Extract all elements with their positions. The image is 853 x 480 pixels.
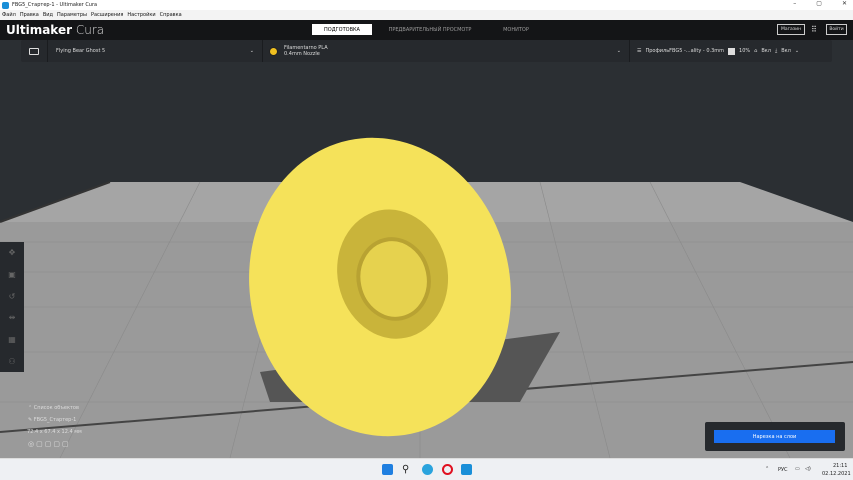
adhesion-icon: ⤓ bbox=[775, 48, 778, 54]
slice-panel: Нарезка на слои bbox=[705, 422, 845, 451]
clock-date[interactable]: 02.12.2021 bbox=[822, 471, 851, 477]
title-bar: FBG5_Стартер-1 - Ultimaker Cura – ▢ ✕ bbox=[0, 0, 853, 10]
object-name[interactable]: ✎ FBG5_Стартер-1 bbox=[28, 417, 82, 423]
opera-icon[interactable] bbox=[442, 464, 453, 475]
window-title: FBG5_Стартер-1 - Ultimaker Cura bbox=[12, 2, 98, 8]
menu-bar: Файл Правка Вид Параметры Расширения Нас… bbox=[0, 10, 853, 20]
chevron-down-icon: ⌄ bbox=[249, 48, 254, 54]
tray-chevron-icon[interactable]: ⌃ bbox=[765, 466, 769, 472]
extruder-icon bbox=[269, 46, 278, 56]
marketplace-button[interactable]: Магазин bbox=[777, 24, 805, 35]
telegram-icon[interactable] bbox=[422, 464, 433, 475]
support-icon: ⌂ bbox=[754, 48, 758, 54]
per-model-settings-icon[interactable]: ▦ bbox=[8, 335, 16, 344]
infill-value: 10% bbox=[739, 48, 751, 54]
clock-time[interactable]: 21:11 bbox=[833, 463, 847, 469]
build-plate-scene bbox=[0, 137, 853, 458]
menu-extensions[interactable]: Расширения bbox=[91, 12, 123, 18]
scale-tool-icon[interactable]: ▣ bbox=[8, 270, 16, 279]
tab-monitor[interactable]: МОНИТОР bbox=[492, 24, 540, 35]
view-orientation-buttons[interactable]: ◎▢▢▢▢ bbox=[28, 440, 82, 448]
move-tool-icon[interactable]: ✥ bbox=[9, 248, 16, 257]
profile-name: ПрофильFBG5 -...ality - 0.3mm bbox=[645, 48, 725, 54]
open-file-button[interactable] bbox=[21, 40, 48, 62]
support-blocker-icon[interactable]: ⚇ bbox=[8, 357, 15, 366]
menu-file[interactable]: Файл bbox=[2, 12, 16, 18]
tab-preview[interactable]: ПРЕДВАРИТЕЛЬНЫЙ ПРОСМОТР bbox=[380, 24, 480, 35]
adhesion-value: Вкл bbox=[781, 48, 791, 54]
infill-icon bbox=[728, 47, 736, 55]
maximize-button[interactable]: ▢ bbox=[816, 0, 822, 7]
minimize-button[interactable]: – bbox=[793, 0, 796, 7]
object-dimensions: 72.4 x 67.4 x 12.4 мм bbox=[27, 429, 82, 435]
start-icon[interactable] bbox=[382, 464, 393, 475]
volume-icon[interactable]: ◁) bbox=[805, 466, 811, 472]
tab-prepare[interactable]: ПОДГОТОВКА bbox=[312, 24, 372, 35]
cura-taskbar-icon[interactable] bbox=[461, 464, 472, 475]
printer-selector[interactable]: Flying Bear Ghost 5 ⌄ bbox=[48, 40, 263, 62]
language-indicator[interactable]: РУС bbox=[778, 467, 788, 473]
network-icon[interactable]: ▭ bbox=[795, 466, 800, 472]
tool-panel: ✥ ▣ ↺ ⇹ ▦ ⚇ bbox=[0, 242, 24, 372]
settings-sliders-icon: ☰ bbox=[637, 48, 642, 54]
brand-logo: Ultimaker Cura bbox=[6, 23, 105, 37]
signin-button[interactable]: Войти bbox=[826, 24, 847, 35]
menu-help[interactable]: Справка bbox=[160, 12, 182, 18]
close-button[interactable]: ✕ bbox=[842, 0, 847, 7]
app-header: Ultimaker Cura ПОДГОТОВКА ПРЕДВАРИТЕЛЬНЫ… bbox=[0, 20, 853, 40]
object-list: ⌃ Список объектов ✎ FBG5_Стартер-1 72.4 … bbox=[27, 405, 82, 448]
menu-preferences[interactable]: Настройки bbox=[127, 12, 155, 18]
3d-viewport[interactable]: ✥ ▣ ↺ ⇹ ▦ ⚇ bbox=[0, 62, 853, 458]
rotate-tool-icon[interactable]: ↺ bbox=[9, 292, 16, 301]
material-selector[interactable]: Filamentarno PLA 0.4mm Nozzle ⌄ bbox=[263, 40, 630, 62]
cura-logo-icon bbox=[2, 1, 9, 9]
slice-button[interactable]: Нарезка на слои bbox=[714, 430, 835, 443]
printer-name: Flying Bear Ghost 5 bbox=[56, 48, 106, 54]
folder-icon bbox=[29, 47, 39, 55]
menu-view[interactable]: Вид bbox=[43, 12, 53, 18]
mirror-tool-icon[interactable]: ⇹ bbox=[9, 313, 16, 322]
menu-edit[interactable]: Правка bbox=[20, 12, 39, 18]
support-value: Вкл bbox=[761, 48, 771, 54]
chevron-down-icon: ⌄ bbox=[794, 48, 800, 54]
menu-settings[interactable]: Параметры bbox=[57, 12, 87, 18]
nozzle-name: 0.4mm Nozzle bbox=[284, 51, 320, 57]
search-icon[interactable]: ⚲ bbox=[402, 464, 413, 475]
chevron-down-icon: ⌄ bbox=[616, 48, 621, 54]
print-settings-selector[interactable]: ☰ ПрофильFBG5 -...ality - 0.3mm 10% ⌂ Вк… bbox=[631, 40, 832, 62]
taskbar: ⚲ ⌃ РУС ▭ ◁) 21:11 02.12.2021 bbox=[0, 458, 853, 480]
object-list-toggle[interactable]: ⌃ Список объектов bbox=[28, 405, 82, 411]
apps-grid-icon[interactable]: ⠿ bbox=[811, 25, 817, 34]
toolbar: Flying Bear Ghost 5 ⌄ Filamentarno PLA 0.4… bbox=[21, 40, 832, 62]
